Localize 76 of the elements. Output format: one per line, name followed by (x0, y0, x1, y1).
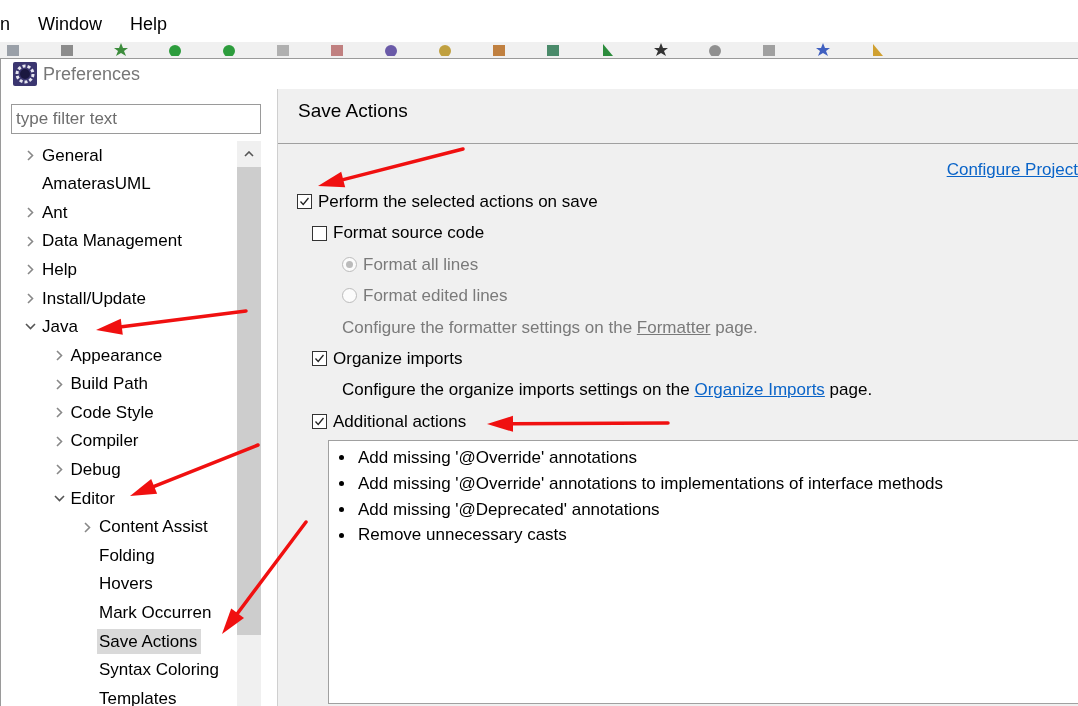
chevron-right-icon[interactable] (25, 292, 36, 304)
star-icon[interactable] (816, 42, 830, 56)
tree-item[interactable]: Install/Update (40, 285, 150, 311)
chevron-right-icon[interactable] (25, 264, 36, 276)
square-icon[interactable] (762, 42, 776, 56)
chevron-right-icon[interactable] (53, 349, 65, 361)
tree-item[interactable]: Data Management (40, 228, 186, 254)
list-item: Add missing '@Override' annotations (358, 447, 637, 470)
radio-label: Format edited lines (363, 285, 508, 308)
tree-item[interactable]: General (40, 142, 107, 169)
chevron-right-icon[interactable] (53, 435, 65, 447)
chevron-down-icon[interactable] (53, 492, 65, 504)
configure-link[interactable]: Configure Project (946, 157, 1078, 188)
chevron-right-icon[interactable] (25, 235, 36, 247)
bullet-icon (339, 481, 344, 487)
tree-item[interactable]: Syntax Coloring (97, 657, 223, 683)
list-item: Remove unnecessary casts (358, 524, 567, 547)
menu-item[interactable]: Window (38, 11, 103, 38)
bullet-icon (339, 532, 344, 538)
tree-item[interactable]: AmaterasUML (40, 171, 155, 197)
chevron-down-icon[interactable] (25, 321, 36, 333)
dialog-title: Preferences (43, 62, 141, 86)
checkbox-label: Perform the selected actions on save (318, 190, 598, 213)
tree-item[interactable]: Hovers (97, 571, 157, 597)
tree-item[interactable]: Compiler (68, 428, 143, 454)
menu-item[interactable]: n (0, 11, 10, 38)
menu-item[interactable]: Help (130, 11, 168, 38)
square-icon[interactable] (330, 42, 344, 56)
description-text: Configure the organize imports settings on the Organize Imports page. (342, 379, 873, 402)
tree-item[interactable]: Code Style (68, 399, 158, 426)
bullet-icon (339, 455, 344, 461)
square-icon[interactable] (6, 42, 20, 56)
chevron-right-icon[interactable] (53, 378, 65, 390)
checkbox[interactable] (312, 351, 327, 367)
tree-item[interactable]: Save Actions (97, 628, 202, 655)
tree-item[interactable]: Content Assist (97, 514, 212, 540)
chevron-right-icon[interactable] (53, 407, 65, 419)
scrollbar-thumb[interactable] (237, 167, 261, 635)
chevron-right-icon[interactable] (53, 464, 65, 476)
square-icon[interactable] (276, 42, 290, 56)
chevron-right-icon[interactable] (25, 207, 36, 218)
description-text: Configure the formatter settings on the Formatter page. (342, 316, 758, 339)
checkbox[interactable] (297, 194, 312, 210)
radio-label: Format all lines (363, 253, 479, 276)
tree-item[interactable]: Ant (40, 199, 72, 226)
gear-icon (13, 62, 37, 86)
scrollbar[interactable] (237, 141, 261, 706)
checkbox[interactable] (312, 225, 327, 241)
tree-item[interactable]: Help (40, 256, 81, 283)
square-icon[interactable] (546, 42, 560, 56)
square-icon[interactable] (60, 42, 74, 56)
chevron-right-icon[interactable] (25, 149, 36, 161)
checkbox-label: Format source code (333, 222, 485, 245)
chevron-up-icon[interactable] (244, 150, 254, 157)
checkbox-label: Additional actions (333, 410, 467, 433)
tree-item[interactable]: Build Path (68, 371, 152, 397)
page-link[interactable]: Organize Imports (694, 380, 825, 400)
filter-field[interactable]: type filter text (11, 104, 261, 134)
chevron-right-icon[interactable] (82, 521, 93, 533)
triangle-icon[interactable] (870, 42, 884, 56)
page-title: Save Actions (278, 89, 1078, 144)
list-item: Add missing '@Override' annotations to implementations of interface methods (358, 472, 944, 495)
checkbox-label: Organize imports (333, 347, 463, 370)
star-icon[interactable] (114, 42, 128, 56)
checkbox[interactable] (312, 413, 327, 429)
star-icon[interactable] (654, 42, 668, 56)
tree-item[interactable]: Java (40, 314, 82, 340)
tree-item[interactable]: Folding (97, 542, 159, 569)
bullet-icon (339, 506, 344, 512)
square-icon[interactable] (492, 42, 506, 56)
tree-item[interactable]: Editor (68, 485, 119, 512)
triangle-icon[interactable] (600, 42, 614, 56)
tree-item[interactable]: Appearance (68, 342, 167, 369)
tree-item[interactable]: Mark Occurren (97, 600, 216, 626)
tree-item[interactable]: Debug (68, 457, 125, 483)
list-item: Add missing '@Deprecated' annotations (358, 498, 660, 521)
